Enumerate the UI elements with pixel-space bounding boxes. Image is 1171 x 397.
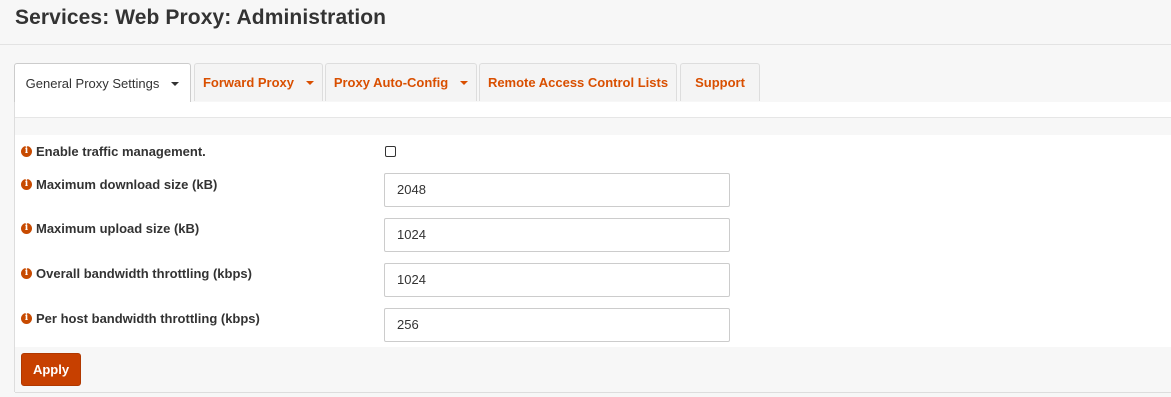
enable-traffic-checkbox[interactable] — [385, 146, 396, 157]
apply-button[interactable]: Apply — [21, 353, 81, 386]
page-header: Services: Web Proxy: Administration — [0, 0, 1171, 45]
settings-panel: i Enable traffic management. i Maximum d… — [14, 102, 1171, 393]
label-text: Maximum upload size (kB) — [36, 221, 200, 236]
form-footer: Apply — [15, 347, 1171, 393]
form-row-max-upload: i Maximum upload size (kB) 1024 — [15, 213, 1171, 259]
chevron-down-icon[interactable] — [171, 81, 180, 86]
panel-header-strip — [15, 117, 1171, 136]
chevron-down-icon[interactable] — [306, 80, 315, 85]
info-icon[interactable]: i — [21, 146, 32, 157]
max-download-input[interactable]: 2048 — [384, 173, 730, 207]
form-row-enable-traffic: i Enable traffic management. — [15, 135, 1171, 169]
tab-proxy-auto-config[interactable]: Proxy Auto-Config — [325, 63, 477, 101]
form-row-max-download: i Maximum download size (kB) 2048 — [15, 168, 1171, 214]
tab-label: Forward Proxy — [202, 75, 295, 90]
tab-bar: General Proxy Settings Forward Proxy Pro… — [14, 63, 1171, 103]
chevron-down-icon[interactable] — [460, 80, 469, 85]
field-label: i Overall bandwidth throttling (kbps) — [21, 266, 252, 281]
label-text: Enable traffic management. — [36, 144, 206, 159]
info-icon[interactable]: i — [21, 179, 32, 190]
max-upload-input[interactable]: 1024 — [384, 218, 730, 252]
field-label: i Maximum upload size (kB) — [21, 221, 199, 236]
label-text: Per host bandwidth throttling (kbps) — [36, 311, 260, 326]
info-icon[interactable]: i — [21, 223, 32, 234]
overall-bandwidth-input[interactable]: 1024 — [384, 263, 730, 297]
page-title: Services: Web Proxy: Administration — [15, 6, 387, 29]
info-icon[interactable]: i — [21, 268, 32, 279]
tab-general-proxy-settings[interactable]: General Proxy Settings — [14, 63, 191, 103]
per-host-bandwidth-input[interactable]: 256 — [384, 308, 730, 342]
tab-remote-access-control-lists[interactable]: Remote Access Control Lists — [479, 63, 677, 101]
tab-label: Remote Access Control Lists — [487, 75, 669, 90]
label-text: Overall bandwidth throttling (kbps) — [36, 266, 252, 281]
label-text: Maximum download size (kB) — [36, 177, 218, 192]
tab-support[interactable]: Support — [680, 63, 760, 101]
field-label: i Per host bandwidth throttling (kbps) — [21, 311, 260, 326]
field-label: i Enable traffic management. — [21, 144, 206, 159]
tab-label: General Proxy Settings — [25, 76, 160, 91]
tab-label: Support — [695, 75, 745, 90]
form-row-overall-bandwidth: i Overall bandwidth throttling (kbps) 10… — [15, 258, 1171, 304]
tab-label: Proxy Auto-Config — [333, 75, 449, 90]
tab-forward-proxy[interactable]: Forward Proxy — [194, 63, 323, 101]
field-label: i Maximum download size (kB) — [21, 177, 217, 192]
form-row-per-host-bandwidth: i Per host bandwidth throttling (kbps) 2… — [15, 303, 1171, 348]
info-icon[interactable]: i — [21, 313, 32, 324]
